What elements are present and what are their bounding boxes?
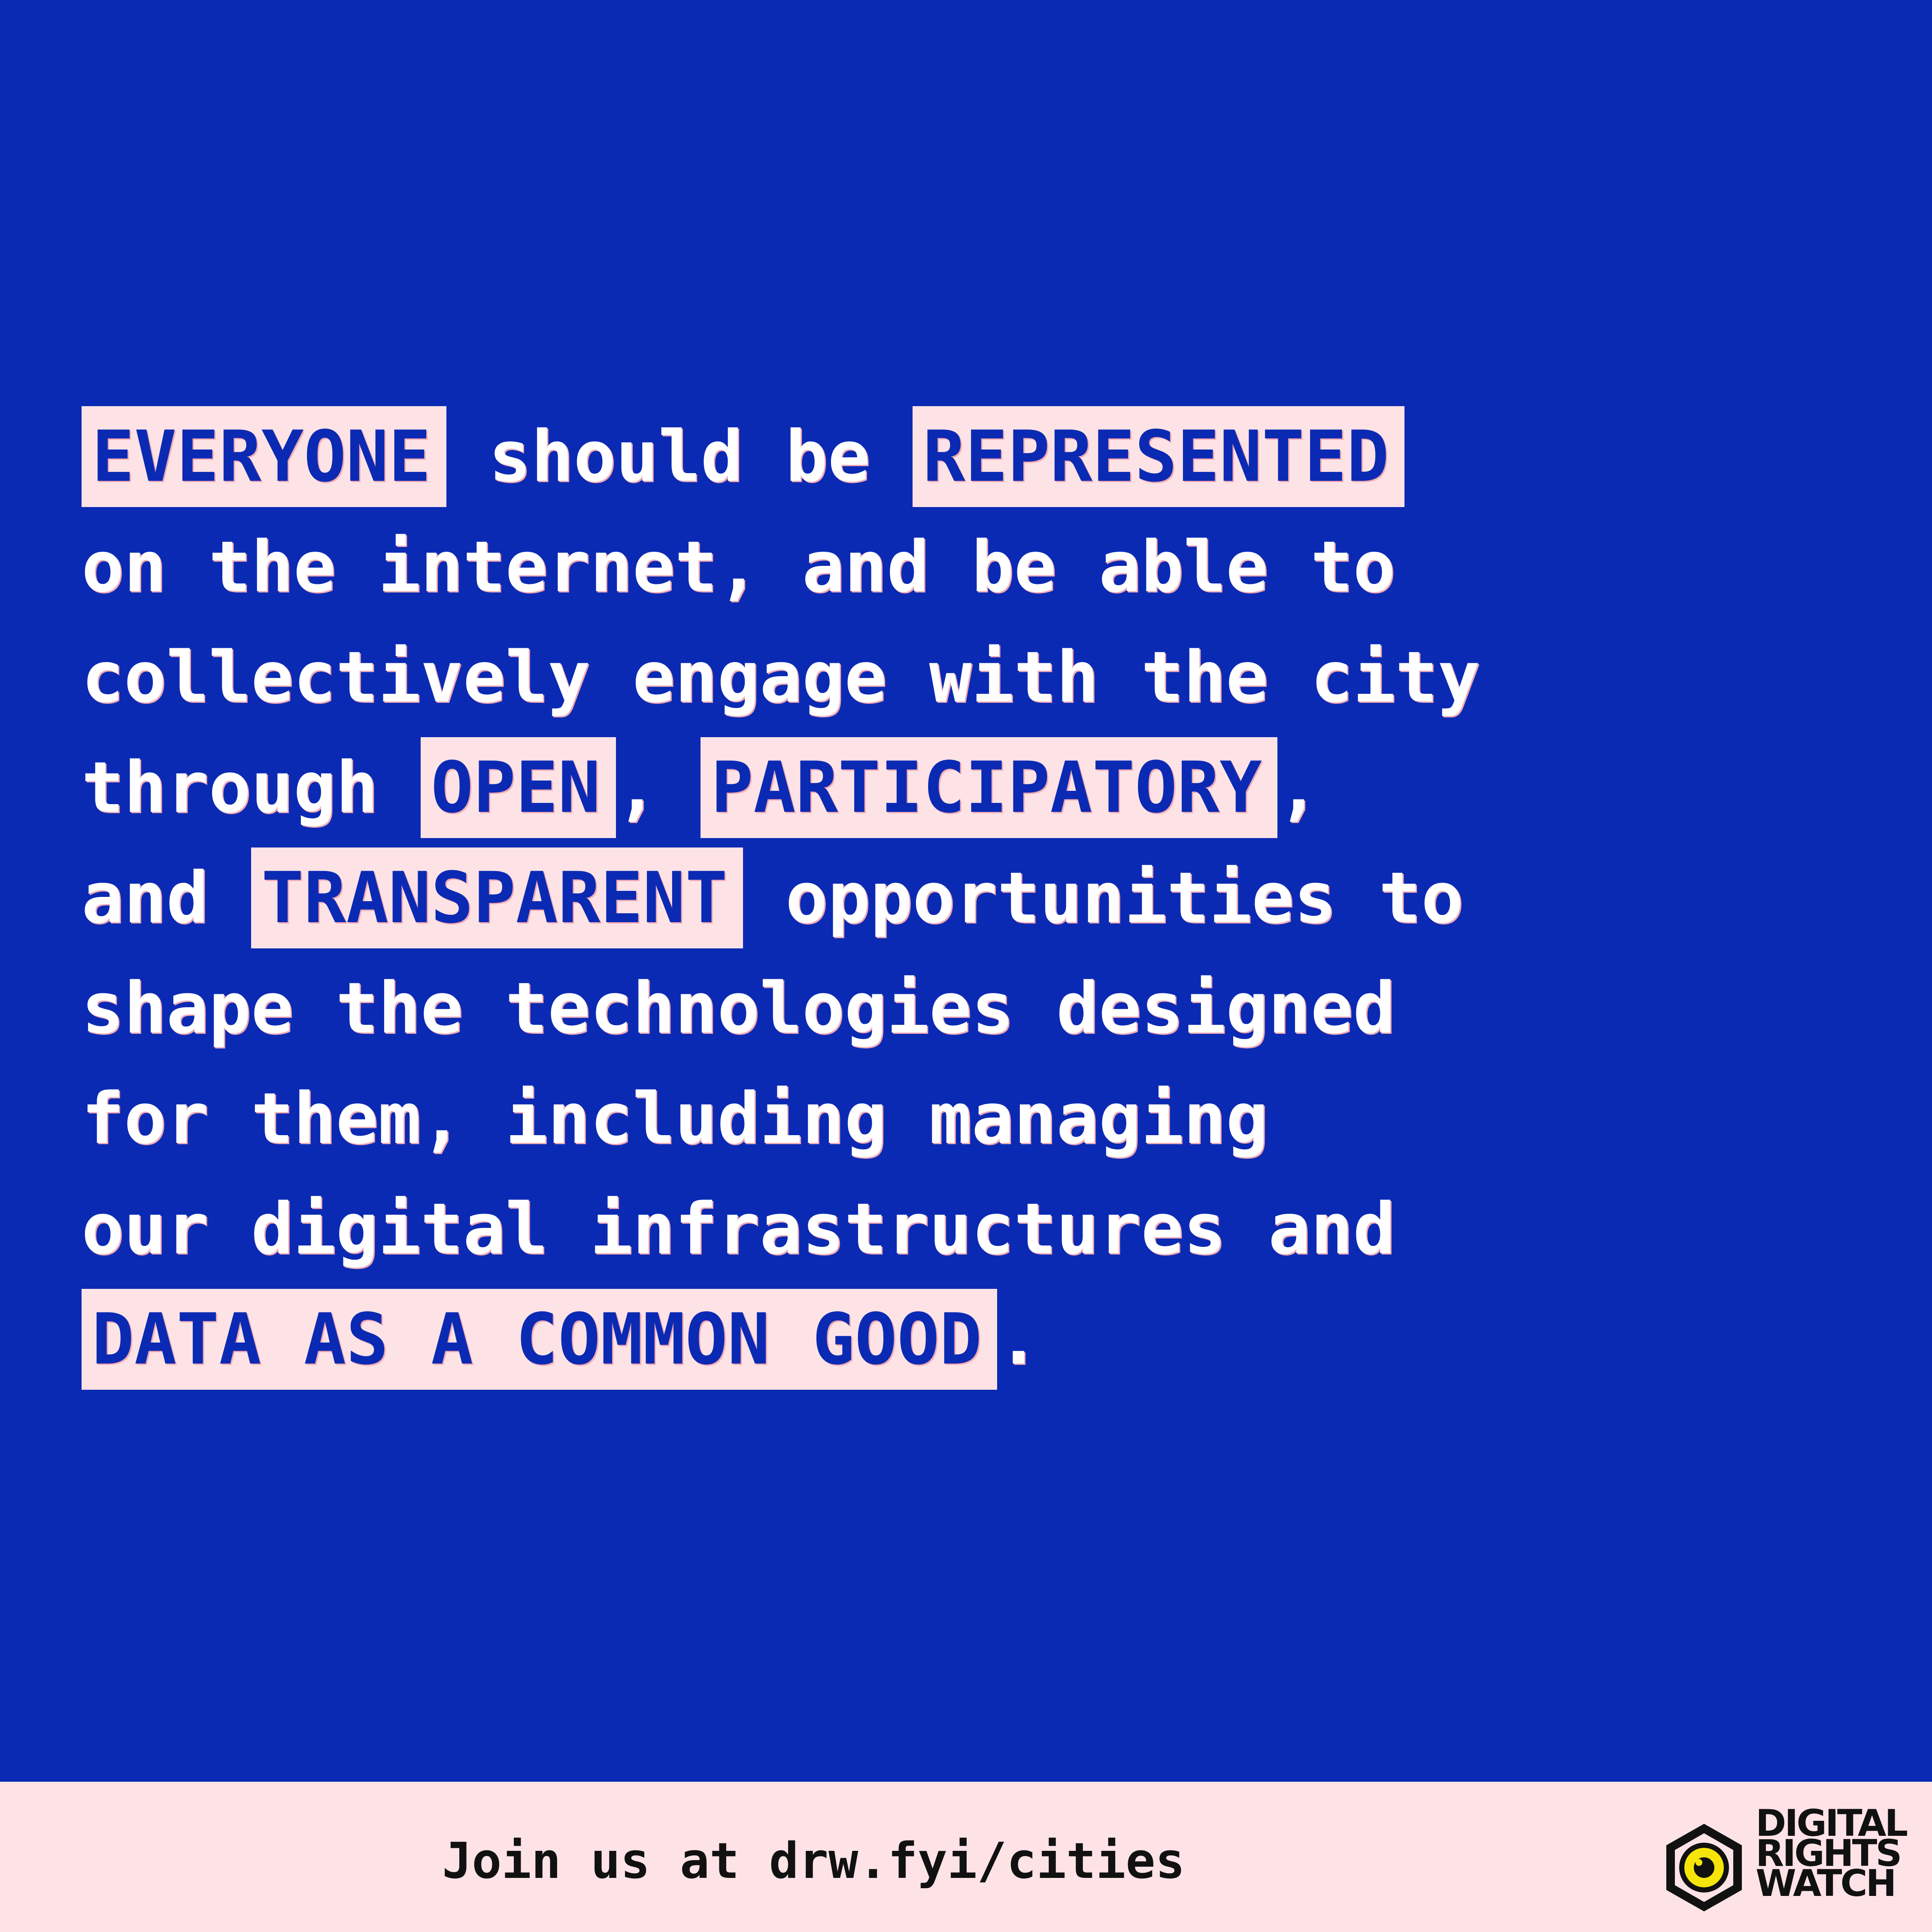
statement-line-3: collectively engage with the city bbox=[82, 636, 1480, 718]
highlight-data-common-good: DATA AS A COMMON GOOD bbox=[82, 1289, 998, 1390]
statement-line-2: on the internet, and be able to bbox=[82, 526, 1395, 608]
poster: EVERYONE should be REPRESENTED on the in… bbox=[0, 0, 1932, 1932]
statement-line-6: shape the technologies designed bbox=[82, 967, 1395, 1049]
highlight-participatory: PARTICIPATORY bbox=[701, 737, 1277, 838]
statement-text-segment: should be bbox=[446, 416, 913, 498]
highlight-transparent: TRANSPARENT bbox=[251, 848, 743, 948]
statement-line-4: through OPEN, PARTICIPATORY, bbox=[82, 732, 1884, 843]
highlight-everyone: EVERYONE bbox=[82, 406, 446, 507]
logo-text-watch: WATCH bbox=[1756, 1862, 1897, 1905]
join-link[interactable]: Join us at drw.fyi/cities bbox=[442, 1833, 1185, 1889]
highlight-open: OPEN bbox=[420, 737, 616, 838]
statement-text-segment: and bbox=[82, 857, 251, 939]
statement-line-8: our digital infrastructures and bbox=[82, 1188, 1395, 1270]
highlight-represented: REPRESENTED bbox=[913, 406, 1405, 507]
statement-text-segment: opportunities to bbox=[743, 857, 1464, 939]
statement-text-segment: , bbox=[616, 747, 701, 829]
logo-wordmark: DIGITAL RIGHTS WATCH bbox=[1756, 1805, 1908, 1905]
statement-line-1: EVERYONE should be REPRESENTED bbox=[82, 401, 1884, 512]
statement-line-7: for them, including managing bbox=[82, 1078, 1268, 1160]
statement-text-segment: , bbox=[1277, 747, 1320, 829]
footer-bar: Join us at drw.fyi/cities DIGITAL RIGHTS… bbox=[0, 1782, 1932, 1932]
statement-text-segment: . bbox=[997, 1298, 1040, 1380]
digital-rights-watch-logo[interactable]: DIGITAL RIGHTS WATCH bbox=[1661, 1805, 1908, 1911]
statement-line-5: and TRANSPARENT opportunities to bbox=[82, 843, 1884, 953]
statement-line-9: DATA AS A COMMON GOOD. bbox=[82, 1284, 1884, 1394]
statement-text: EVERYONE should be REPRESENTED on the in… bbox=[82, 401, 1884, 1394]
statement-text-segment: through bbox=[82, 747, 421, 829]
eye-hexagon-icon bbox=[1666, 1824, 1742, 1911]
